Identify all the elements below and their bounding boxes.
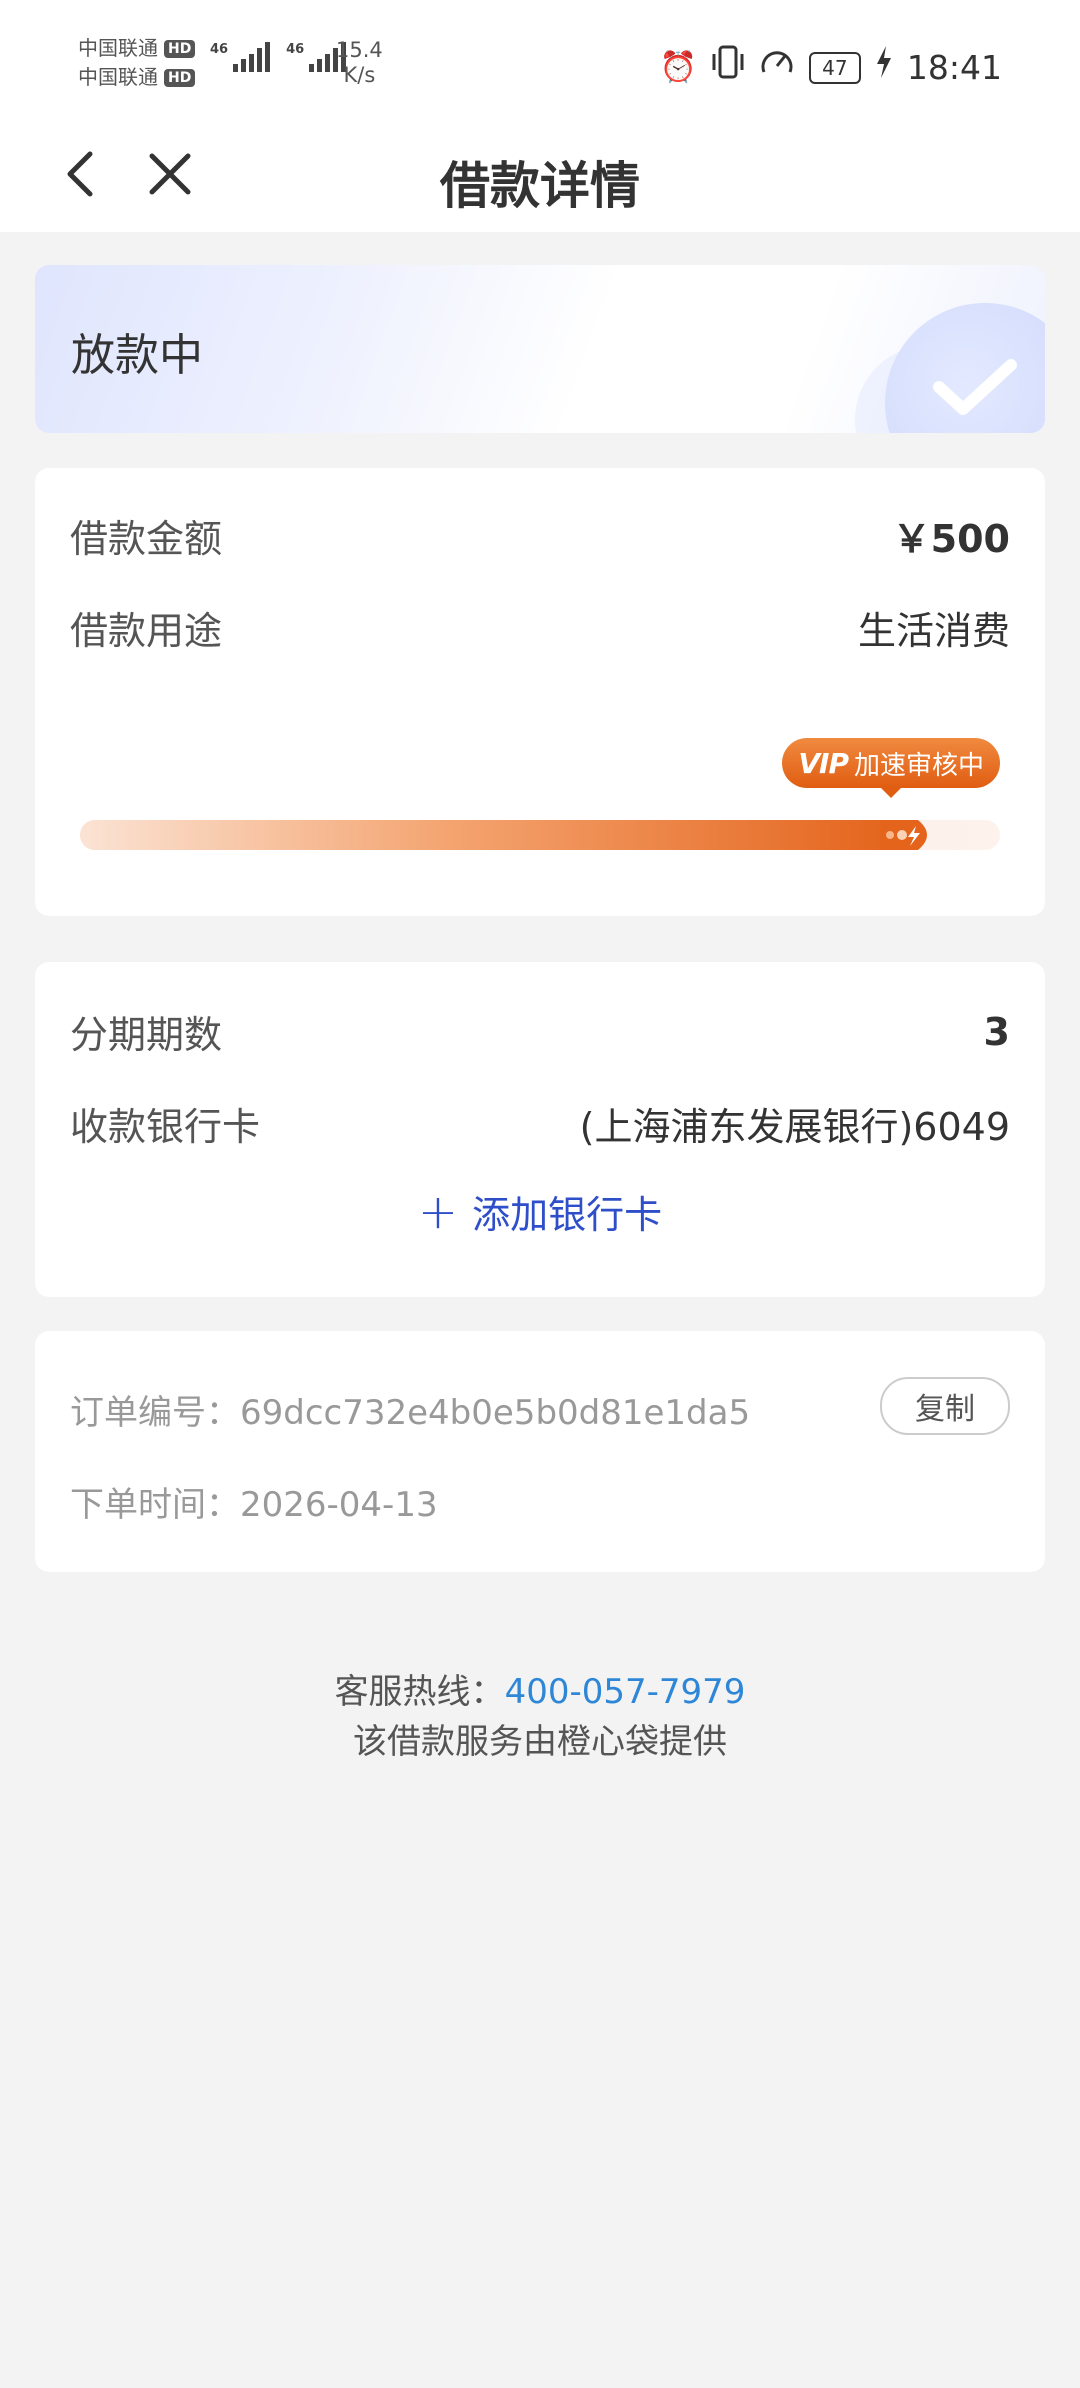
alarm-icon: ⏰ xyxy=(659,49,697,85)
loan-purpose-label: 借款用途 xyxy=(70,609,223,653)
loan-status-text: 放款中 xyxy=(71,330,203,381)
loan-status-card: 放款中 xyxy=(35,265,1045,433)
carrier-name: 中国联通 xyxy=(78,36,158,60)
order-info-card: 订单编号：69dcc732e4b0e5b0d81e1da5 复制 下单时间：20… xyxy=(35,1331,1045,1572)
installment-bank-card: 分期期数 3 收款银行卡 (上海浦东发展银行)6049 + 添加银行卡 xyxy=(35,962,1045,1297)
order-number-value: 69dcc732e4b0e5b0d81e1da5 xyxy=(240,1393,751,1433)
add-bank-card-button[interactable]: + 添加银行卡 xyxy=(35,1184,1045,1239)
provider-text: 该借款服务由橙心袋提供 xyxy=(353,1722,727,1762)
hd-badge: HD xyxy=(164,39,196,58)
bank-card-row: 收款银行卡 (上海浦东发展银行)6049 xyxy=(70,1096,1010,1151)
network-speed-unit: K/s xyxy=(343,63,376,87)
vip-review-badge: VIP 加速审核中 xyxy=(782,738,1000,798)
order-time-row: 下单时间：2026-04-13 xyxy=(70,1477,438,1526)
status-icons: ⏰ 47 18:41 xyxy=(660,44,1002,91)
hd-badge: HD xyxy=(164,68,196,87)
installments-row: 分期期数 3 xyxy=(70,1004,1010,1059)
order-number-label: 订单编号： xyxy=(70,1393,240,1433)
hotline-number-link[interactable]: 400-057-7979 xyxy=(505,1672,746,1712)
vip-status-label: 加速审核中 xyxy=(853,750,984,781)
order-number-row: 订单编号：69dcc732e4b0e5b0d81e1da5 xyxy=(70,1385,750,1434)
progress-fill xyxy=(80,820,896,850)
hotline-row: 客服热线：400-057-7979 xyxy=(0,1667,1080,1717)
bank-card-label: 收款银行卡 xyxy=(70,1105,261,1149)
clock-time: 18:41 xyxy=(906,48,1002,87)
vibrate-icon xyxy=(711,44,745,91)
loan-purpose-row: 借款用途 生活消费 xyxy=(70,600,1010,655)
status-bar: 中国联通 HD 中国联通 HD 46 46 15.4 K/s ⏰ 47 18:41 xyxy=(0,0,1080,120)
battery-icon: 47 xyxy=(808,51,861,84)
page-title: 借款详情 xyxy=(440,157,640,215)
checkmark-icon xyxy=(933,359,1017,415)
vip-label: VIP xyxy=(798,746,849,780)
carrier-name: 中国联通 xyxy=(78,65,158,89)
loan-amount-label: 借款金额 xyxy=(70,517,223,561)
speedometer-icon xyxy=(759,44,795,91)
installments-value: 3 xyxy=(983,1009,1010,1054)
rocket-icon xyxy=(880,820,927,850)
signal-icon: 46 xyxy=(210,42,271,72)
network-speed: 15.4 K/s xyxy=(336,38,383,88)
add-bank-card-label: 添加银行卡 xyxy=(472,1193,663,1237)
charging-icon xyxy=(875,45,893,90)
bank-card-value: (上海浦东发展银行)6049 xyxy=(579,1105,1010,1149)
loan-amount-value: ￥500 xyxy=(892,517,1010,561)
battery-level: 47 xyxy=(822,55,848,80)
loan-purpose-value: 生活消费 xyxy=(857,609,1010,653)
order-time-label: 下单时间： xyxy=(70,1485,240,1525)
order-time-value: 2026-04-13 xyxy=(240,1485,438,1525)
hotline-label: 客服热线： xyxy=(334,1672,505,1712)
footer: 客服热线：400-057-7979 该借款服务由橙心袋提供 xyxy=(0,1667,1080,1767)
loan-info-card: 借款金额 ￥500 借款用途 生活消费 VIP 加速审核中 xyxy=(35,468,1045,916)
network-speed-value: 15.4 xyxy=(336,38,383,62)
signal-indicators: 46 46 xyxy=(210,42,347,72)
navigation-bar: 借款详情 xyxy=(0,120,1080,232)
copy-button[interactable]: 复制 xyxy=(880,1377,1010,1435)
plus-icon: + xyxy=(417,1183,459,1240)
loan-amount-row: 借款金额 ￥500 xyxy=(70,508,1010,563)
installments-label: 分期期数 xyxy=(70,1013,223,1057)
carrier-info: 中国联通 HD 中国联通 HD xyxy=(78,34,196,92)
